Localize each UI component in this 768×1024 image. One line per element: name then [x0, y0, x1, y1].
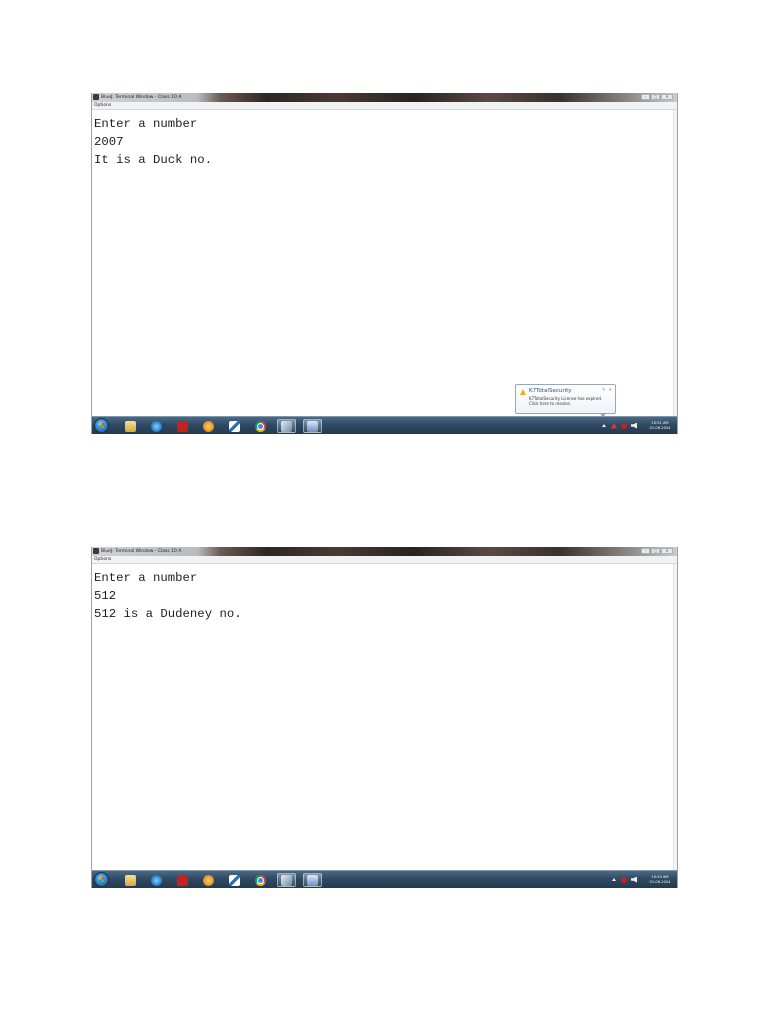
taskbar: 10:53 AM 01-06-2024 — [92, 870, 677, 888]
document-icon[interactable] — [225, 873, 244, 887]
internet-explorer-icon[interactable] — [147, 419, 166, 433]
terminal-output[interactable]: Enter a number 2007 It is a Duck no. — [94, 115, 673, 169]
window-controls: – □ ✕ — [641, 548, 673, 554]
folder-icon[interactable] — [121, 419, 140, 433]
title-bar[interactable]: BlueJ: Terminal Window - Class 10 A – □ … — [92, 547, 677, 556]
taskbar-clock[interactable]: 10:51 AM 01-06-2024 — [645, 421, 675, 431]
show-hidden-icons-icon[interactable] — [612, 878, 616, 881]
taskbar: 10:51 AM 01-06-2024 — [92, 416, 677, 434]
notification-line-2[interactable]: Click here to resolve. — [529, 401, 611, 406]
window-controls: – □ ✕ — [641, 94, 673, 100]
notification-controls: ✎ ✕ — [602, 387, 612, 392]
terminal-line: It is a Duck no. — [94, 153, 213, 167]
vertical-scrollbar[interactable] — [673, 564, 677, 870]
windows-start-icon[interactable] — [94, 872, 109, 887]
clock-date: 01-06-2024 — [649, 879, 671, 884]
vertical-scrollbar[interactable] — [673, 110, 677, 416]
terminal-screenshot-1: BlueJ: Terminal Window - Class 10 A – □ … — [91, 93, 678, 434]
acrobat-pdf-icon[interactable] — [173, 419, 192, 433]
maximize-button[interactable]: □ — [651, 94, 660, 100]
menu-options[interactable]: Options — [94, 556, 111, 564]
notification-settings-icon[interactable]: ✎ — [602, 387, 605, 392]
terminal-line: Enter a number — [94, 117, 198, 131]
acrobat-pdf-icon[interactable] — [173, 873, 192, 887]
bluej-app-icon — [93, 94, 99, 100]
volume-icon[interactable] — [631, 422, 637, 429]
window-title: BlueJ: Terminal Window - Class 10 A — [101, 549, 182, 554]
system-tray: 10:53 AM 01-06-2024 — [612, 871, 675, 888]
shield-icon[interactable] — [621, 422, 627, 429]
system-tray: 10:51 AM 01-06-2024 — [602, 417, 675, 434]
folder-icon[interactable] — [121, 873, 140, 887]
maximize-button[interactable]: □ — [651, 548, 660, 554]
word-icon[interactable] — [303, 419, 322, 433]
taskbar-clock[interactable]: 10:53 AM 01-06-2024 — [645, 875, 675, 885]
terminal-line: 2007 — [94, 135, 124, 149]
terminal-line: 512 is a Dudeney no. — [94, 607, 242, 621]
media-player-icon[interactable] — [199, 873, 218, 887]
chrome-icon[interactable] — [251, 873, 270, 887]
terminal-line: Enter a number — [94, 571, 198, 585]
terminal-line: 512 — [94, 589, 117, 603]
bluej-icon[interactable] — [277, 419, 296, 433]
menu-options[interactable]: Options — [94, 102, 111, 110]
warning-icon — [520, 389, 526, 395]
bluej-icon[interactable] — [277, 873, 296, 887]
clock-date: 01-06-2024 — [649, 425, 671, 430]
chrome-icon[interactable] — [251, 419, 270, 433]
show-hidden-icons-icon[interactable] — [602, 424, 606, 427]
terminal-screenshot-2: BlueJ: Terminal Window - Class 10 A – □ … — [91, 547, 678, 888]
media-player-icon[interactable] — [199, 419, 218, 433]
windows-start-icon[interactable] — [94, 418, 109, 433]
notification-close-icon[interactable]: ✕ — [609, 387, 612, 392]
window-title: BlueJ: Terminal Window - Class 10 A — [101, 95, 182, 100]
volume-icon[interactable] — [631, 876, 637, 883]
menu-bar: Options — [92, 556, 677, 564]
word-icon[interactable] — [303, 873, 322, 887]
shield-icon[interactable] — [621, 876, 627, 883]
k7-notification-balloon[interactable]: K7TotalSecurity ✎ ✕ K7TotalSecurity Lice… — [515, 384, 616, 418]
minimize-button[interactable]: – — [641, 548, 650, 554]
close-button[interactable]: ✕ — [661, 548, 673, 554]
notification-title: K7TotalSecurity — [529, 388, 572, 394]
bluej-app-icon — [93, 548, 99, 554]
menu-bar: Options — [92, 102, 677, 110]
minimize-button[interactable]: – — [641, 94, 650, 100]
close-button[interactable]: ✕ — [661, 94, 673, 100]
internet-explorer-icon[interactable] — [147, 873, 166, 887]
title-bar[interactable]: BlueJ: Terminal Window - Class 10 A – □ … — [92, 93, 677, 102]
k7-security-icon[interactable] — [611, 422, 617, 429]
notification-body: K7TotalSecurity License has expired. Cli… — [529, 396, 611, 406]
document-icon[interactable] — [225, 419, 244, 433]
terminal-output[interactable]: Enter a number 512 512 is a Dudeney no. — [94, 569, 673, 623]
